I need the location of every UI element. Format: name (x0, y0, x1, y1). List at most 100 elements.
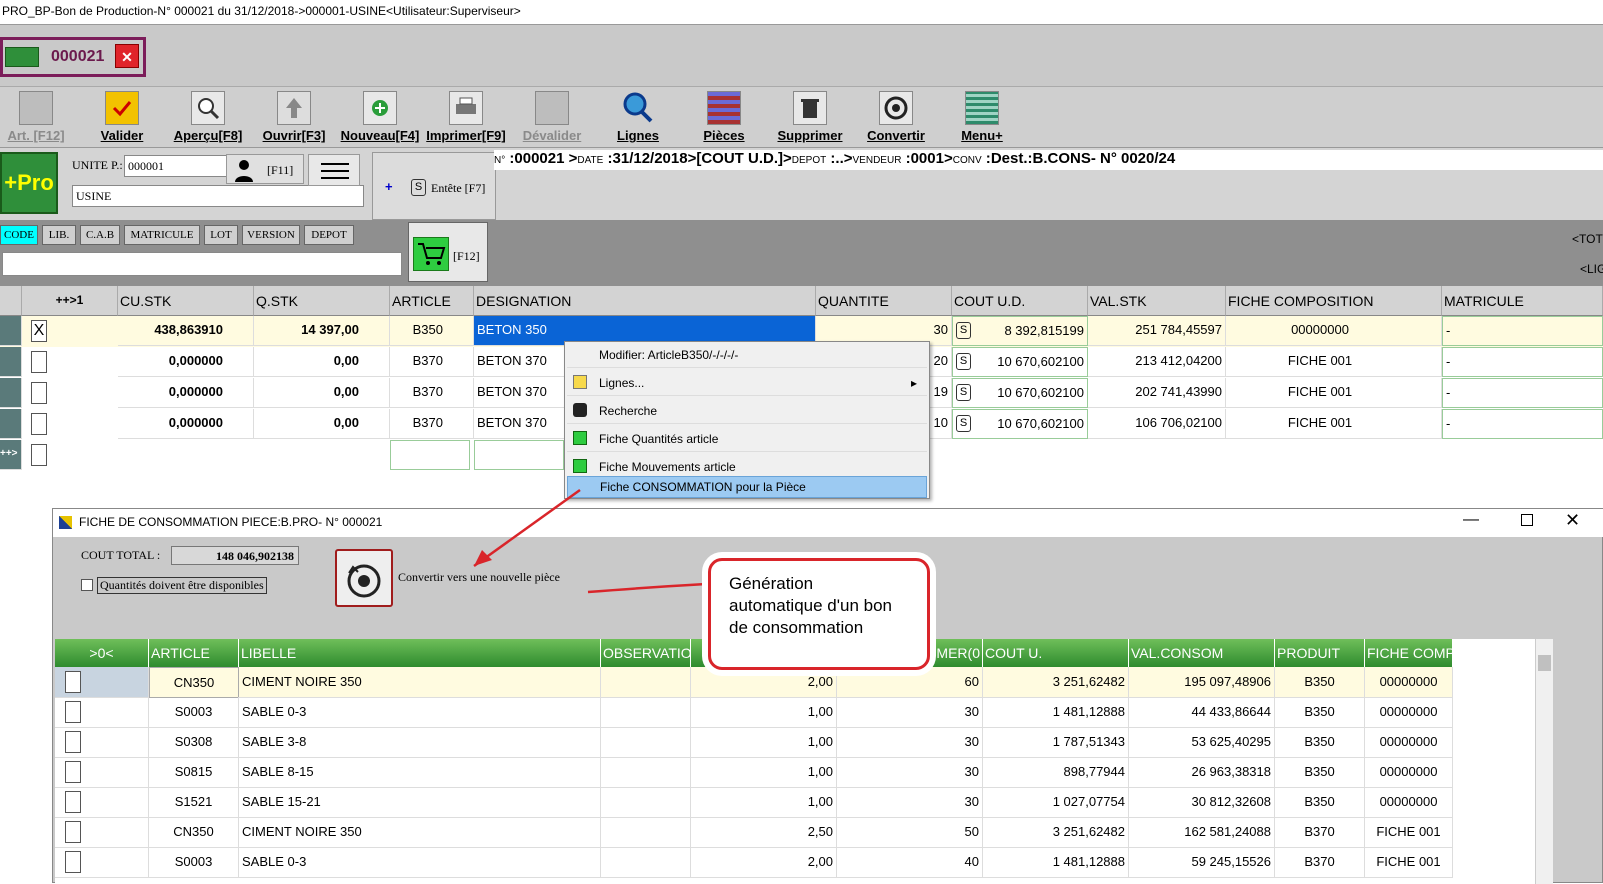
cell-lib: CIMENT NOIRE 350 (239, 667, 601, 698)
search-mode-depot[interactable]: DEPOT (304, 225, 354, 245)
pieces-button[interactable]: Pièces (684, 89, 764, 147)
col-article[interactable]: ARTICLE (149, 639, 239, 667)
supprimer-button[interactable]: Supprimer (770, 89, 850, 147)
row-checkbox[interactable]: X (31, 320, 47, 342)
ouvrir-button[interactable]: Ouvrir[F3] (254, 89, 334, 147)
col-matricule[interactable]: MATRICULE (1442, 286, 1603, 316)
lignes-button[interactable]: Lignes (598, 89, 678, 147)
vertical-scrollbar[interactable] (1535, 639, 1553, 884)
cell-m: 40 (837, 847, 983, 878)
cell-lib: CIMENT NOIRE 350 (239, 817, 601, 848)
col-cout-ud[interactable]: COUT U.D. (952, 286, 1088, 316)
search-mode-matricule[interactable]: MATRICULE (124, 225, 200, 245)
row-checkbox[interactable] (31, 351, 47, 373)
new-icon (363, 91, 397, 125)
col-q-stk[interactable]: Q.STK (254, 286, 390, 316)
col-cu-stk[interactable]: CU.STK (118, 286, 254, 316)
devalider-button[interactable]: Dévalider (512, 89, 592, 147)
search-mode-cab[interactable]: C.A.B (80, 225, 120, 245)
window-title: PRO_BP-Bon de Production-N° 000021 du 31… (0, 0, 1603, 24)
col-observation[interactable]: OBSERVATION (601, 639, 691, 667)
cell-cu: 1 787,51343 (983, 727, 1129, 758)
nouveau-button[interactable]: Nouveau[F4] (340, 89, 420, 147)
submenu-arrow-icon: ▸ (910, 376, 917, 390)
col-val-consom[interactable]: VAL.CONSOM (1129, 639, 1275, 667)
row-checkbox[interactable] (65, 731, 81, 753)
maximize-button[interactable] (1521, 514, 1533, 526)
col-nav[interactable]: ++>1 (22, 286, 118, 316)
minimize-button[interactable]: — (1463, 511, 1479, 529)
cell-cu: 898,77944 (983, 757, 1129, 788)
col-quantite[interactable]: QUANTITE (816, 286, 952, 316)
s-icon[interactable]: S (956, 353, 971, 370)
col-fiche-compo[interactable]: FICHE COMPO (1365, 639, 1453, 667)
valider-button[interactable]: Valider (82, 89, 162, 147)
row-checkbox[interactable] (65, 821, 81, 843)
col-fiche-composition[interactable]: FICHE COMPOSITION (1226, 286, 1442, 316)
row-checkbox[interactable] (31, 413, 47, 435)
cell-empty (601, 667, 691, 698)
cell-art: S0815 (149, 757, 239, 788)
row-checkbox[interactable] (65, 851, 81, 873)
cell-m: 60 (837, 667, 983, 698)
hamburger-button[interactable] (308, 154, 360, 186)
col-nav[interactable]: >0< (55, 639, 149, 667)
lignes-count-label: <LIG (1580, 262, 1603, 276)
unite-label: UNITE P.: (72, 158, 123, 172)
cell-m: 50 (837, 817, 983, 848)
menu-plus-button[interactable]: Menu+ (942, 89, 1022, 147)
cell-art: S0003 (149, 847, 239, 878)
col-produit[interactable]: PRODUIT (1275, 639, 1365, 667)
convertir-button[interactable]: Convertir (856, 89, 936, 147)
row-checkbox[interactable] (31, 444, 47, 466)
cell-lib: SABLE 3-8 (239, 727, 601, 758)
search-mode-lib[interactable]: LIB. (42, 225, 76, 245)
close-tab-button[interactable]: ✕ (115, 44, 139, 68)
convertir-piece-button[interactable] (335, 549, 393, 607)
col-designation[interactable]: DESIGNATION (474, 286, 816, 316)
new-article-input[interactable] (390, 440, 470, 470)
cell-cu: 1 481,12888 (983, 697, 1129, 728)
row-checkbox[interactable] (65, 761, 81, 783)
search-mode-lot[interactable]: LOT (204, 225, 238, 245)
unite-name-field[interactable]: USINE (72, 185, 364, 207)
cell-prod: B350 (1275, 757, 1365, 788)
convert-icon (879, 91, 913, 125)
menu-item-recherche[interactable]: Recherche (567, 398, 927, 424)
cell-val: 53 625,40295 (1129, 727, 1275, 758)
entete-button[interactable]: + S Entête [F7] (372, 152, 496, 220)
row-checkbox[interactable] (65, 701, 81, 723)
cell-prod: B370 (1275, 817, 1365, 848)
consommation-window-titlebar: FICHE DE CONSOMMATION PIECE:B.PRO- N° 00… (53, 509, 1603, 537)
close-window-button[interactable]: ✕ (1565, 510, 1580, 531)
col-cout-u[interactable]: COUT U. (983, 639, 1129, 667)
search-mode-code[interactable]: CODE (0, 225, 38, 245)
art-button[interactable]: Art. [F12] (0, 89, 76, 147)
document-tab[interactable]: 000021 ✕ (0, 37, 146, 77)
s-icon[interactable]: S (956, 384, 971, 401)
search-input[interactable] (2, 252, 402, 276)
new-designation-input[interactable] (474, 440, 564, 470)
col-val-stk[interactable]: VAL.STK (1088, 286, 1226, 316)
row-checkbox[interactable] (31, 382, 47, 404)
col-libelle[interactable]: LIBELLE (239, 639, 601, 667)
row-checkbox[interactable] (65, 671, 81, 693)
menu-item-fiche-quantites[interactable]: Fiche Quantités article (567, 426, 927, 452)
apercu-button[interactable]: Aperçu[F8] (168, 89, 248, 147)
article-icon (19, 91, 53, 125)
s-icon[interactable]: S (956, 322, 971, 339)
binoculars-icon (573, 403, 587, 417)
row-checkbox[interactable] (65, 791, 81, 813)
cart-button[interactable]: [F12] (408, 222, 488, 282)
menu-item-modifier[interactable]: Modifier: ArticleB350/-/-/-/- (567, 342, 927, 368)
menu-item-lignes[interactable]: Lignes... ▸ (567, 370, 927, 396)
dispo-checkbox[interactable] (81, 579, 93, 591)
user-button[interactable]: [F11] (226, 154, 304, 184)
new-row-marker: ++> (0, 440, 22, 470)
imprimer-button[interactable]: Imprimer[F9] (426, 89, 506, 147)
col-article[interactable]: ARTICLE (390, 286, 474, 316)
cell-fiche: 00000000 (1365, 787, 1453, 818)
magnifier-icon (621, 91, 655, 125)
search-mode-version[interactable]: VERSION (242, 225, 300, 245)
s-icon[interactable]: S (956, 415, 971, 432)
